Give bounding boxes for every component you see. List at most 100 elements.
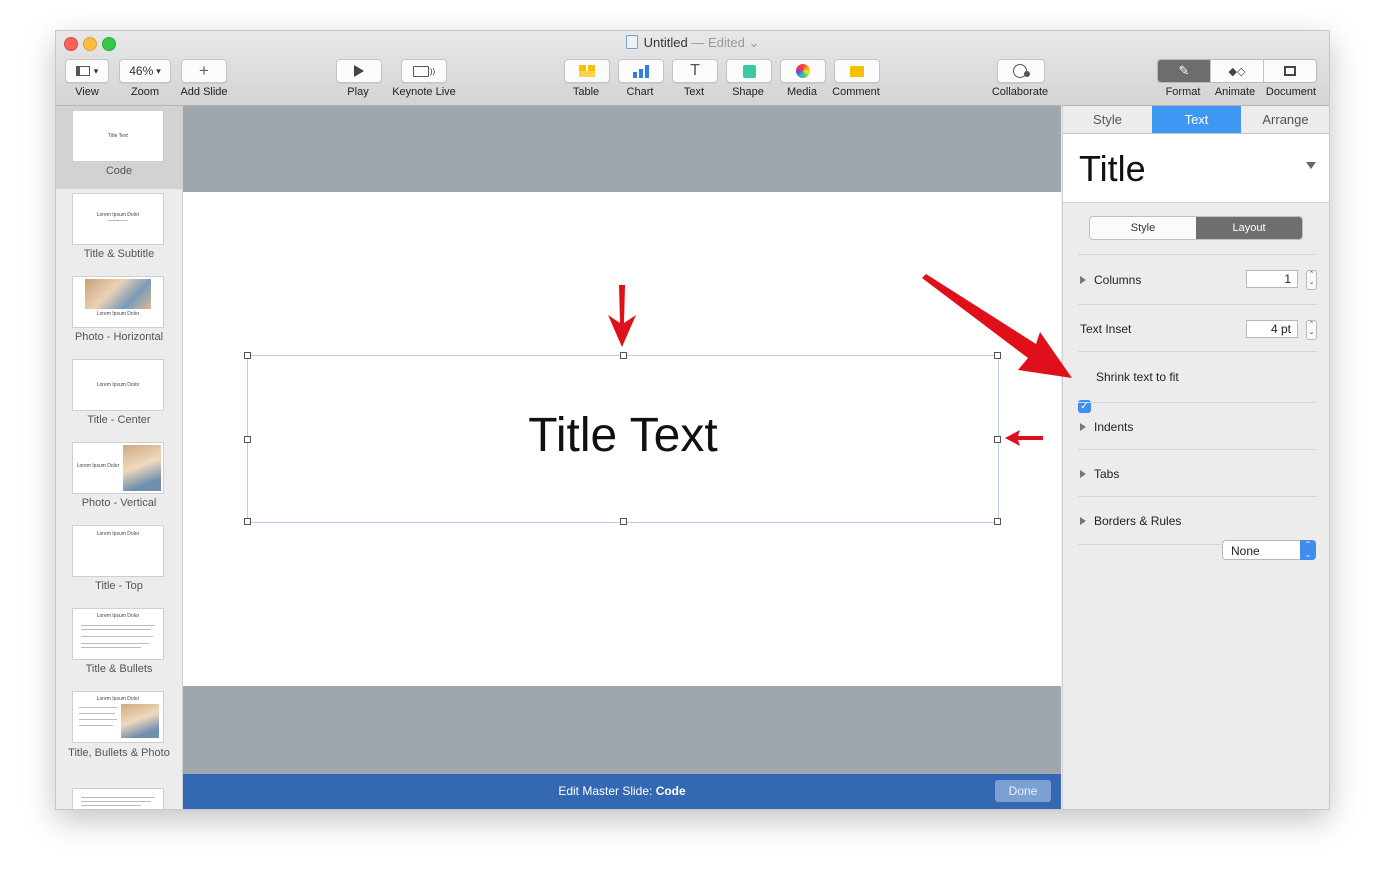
disclosure-triangle-icon <box>1080 423 1086 431</box>
slide-thumbnail: Lorem Ipsum Dolor <box>73 194 163 244</box>
animate-icon: ◆◇ <box>1228 65 1246 78</box>
title-bar: Untitled — Edited ⌄ ▾ View 46% ▾ Zoom + … <box>56 31 1329 106</box>
thumbnail-bullet-line <box>81 797 155 798</box>
master-slide-item-title-top[interactable]: Lorem Ipsum Dolor Title - Top <box>56 521 182 604</box>
slide-thumbnail <box>73 789 163 809</box>
master-slide-label: Title, Bullets & Photo <box>68 747 170 759</box>
zoom-select[interactable]: 46% ▾ <box>119 59 171 83</box>
table-button[interactable] <box>564 59 610 83</box>
table-label: Table <box>572 86 600 98</box>
indents-disclosure[interactable]: Indents <box>1080 420 1133 434</box>
chart-label: Chart <box>626 86 654 98</box>
disclosure-triangle-icon <box>1080 517 1086 525</box>
text-inset-stepper[interactable]: ⌃ ⌄ <box>1306 320 1317 340</box>
columns-input[interactable]: 1 <box>1246 270 1298 288</box>
view-layout-icon <box>75 66 90 76</box>
keynote-window: Untitled — Edited ⌄ ▾ View 46% ▾ Zoom + … <box>56 31 1329 809</box>
master-slide-item-code[interactable]: Title Text Code <box>56 106 182 189</box>
borders-disclosure[interactable]: Borders & Rules <box>1080 514 1181 528</box>
thumbnail-bullet-line <box>81 647 141 648</box>
master-slide-label: Code <box>105 165 133 177</box>
keynote-live-icon <box>412 65 429 77</box>
slide-thumbnail: Lorem Ipsum Dolor <box>73 609 163 659</box>
columns-disclosure[interactable]: Columns <box>1080 273 1141 287</box>
chevron-down-icon[interactable] <box>1306 162 1316 169</box>
keynote-live-button[interactable]: )) <box>401 59 447 83</box>
columns-stepper[interactable]: ⌃ ⌄ <box>1306 270 1317 290</box>
animate-label: Animate <box>1214 86 1256 98</box>
done-button[interactable]: Done <box>995 780 1051 802</box>
master-slide-navigator: Title Text Code Lorem Ipsum Dolor Title … <box>56 106 183 809</box>
annotation-arrow-left <box>1005 430 1043 446</box>
shape-button[interactable] <box>726 59 772 83</box>
thumbnail-photo <box>123 445 161 491</box>
tab-style[interactable]: Style <box>1063 106 1152 133</box>
master-slide-label: Title - Top <box>95 580 143 592</box>
resize-handle-left[interactable] <box>244 436 251 443</box>
table-icon <box>579 65 595 77</box>
thumbnail-bullet-line <box>81 636 153 637</box>
chevron-down-icon: ⌄ <box>748 35 760 50</box>
tab-text[interactable]: Text <box>1152 106 1241 133</box>
tabs-disclosure[interactable]: Tabs <box>1080 467 1119 481</box>
master-slide-item-photo-horizontal[interactable]: Lorem Ipsum Dolor Photo - Horizontal <box>56 272 182 355</box>
document-title[interactable]: Untitled — Edited ⌄ <box>56 35 1329 51</box>
slide-thumbnail: Title Text <box>73 111 163 161</box>
media-label: Media <box>787 86 817 98</box>
text-inset-input[interactable]: 4 pt <box>1246 320 1298 338</box>
view-button[interactable]: ▾ <box>65 59 109 83</box>
tabs-row[interactable]: Tabs <box>1078 449 1317 497</box>
resize-handle-right[interactable] <box>994 436 1001 443</box>
collaborate-label: Collaborate <box>991 86 1049 98</box>
format-button[interactable]: ✎ <box>1158 60 1211 82</box>
slide-thumbnail: Lorem Ipsum Dolor <box>73 277 163 327</box>
shrink-text-label[interactable]: Shrink text to fit <box>1096 370 1179 384</box>
resize-handle-bottom[interactable] <box>620 518 627 525</box>
thumbnail-bullet-line <box>79 707 117 708</box>
master-slide-item-title-bullets[interactable]: Lorem Ipsum Dolor Title & Bullets <box>56 604 182 687</box>
master-slide-label: Photo - Vertical <box>81 497 157 509</box>
document-title-text: Untitled <box>643 35 688 50</box>
subtab-style[interactable]: Style <box>1090 217 1196 239</box>
master-slide-item-title-bullets-photo[interactable]: Lorem Ipsum Dolor Title, Bullets & Photo <box>56 687 182 784</box>
resize-handle-top-left[interactable] <box>244 352 251 359</box>
resize-handle-top[interactable] <box>620 352 627 359</box>
format-label: Format <box>1165 86 1201 98</box>
animate-button[interactable]: ◆◇ <box>1211 60 1264 82</box>
thumbnail-title: Lorem Ipsum Dolor <box>96 382 140 388</box>
play-icon <box>354 65 364 77</box>
resize-handle-bottom-left[interactable] <box>244 518 251 525</box>
master-slide-item-title-subtitle[interactable]: Lorem Ipsum Dolor Title & Subtitle <box>56 189 182 272</box>
add-slide-button[interactable]: + <box>181 59 227 83</box>
text-subtab-control: Style Layout <box>1089 216 1303 240</box>
comment-button[interactable] <box>834 59 880 83</box>
document-button[interactable] <box>1264 60 1316 82</box>
comment-label: Comment <box>832 86 880 98</box>
thumbnail-title: Lorem Ipsum Dolor <box>96 531 140 537</box>
resize-handle-bottom-right[interactable] <box>994 518 1001 525</box>
columns-label: Columns <box>1094 273 1142 287</box>
master-slide-item-partial[interactable] <box>56 784 182 809</box>
subtab-layout[interactable]: Layout <box>1196 217 1302 239</box>
text-button[interactable]: T <box>672 59 718 83</box>
indents-row[interactable]: Indents <box>1078 402 1317 450</box>
borders-style-select[interactable]: None ⌃ ⌄ <box>1222 540 1316 560</box>
keynote-live-label: Keynote Live <box>392 86 456 98</box>
paragraph-style-selector[interactable]: Title <box>1063 134 1329 203</box>
tab-arrange[interactable]: Arrange <box>1241 106 1329 133</box>
master-slide-item-title-center[interactable]: Lorem Ipsum Dolor Title - Center <box>56 355 182 438</box>
title-text-box[interactable]: Title Text <box>244 352 1001 525</box>
select-arrows-icon: ⌃ ⌄ <box>1300 540 1316 560</box>
slide[interactable]: Title Text <box>183 192 1061 686</box>
collaborate-button[interactable] <box>997 59 1045 83</box>
slide-canvas[interactable]: Title Text <box>183 106 1061 774</box>
chart-button[interactable] <box>618 59 664 83</box>
annotation-arrow-diagonal <box>922 274 1072 378</box>
play-button[interactable] <box>336 59 382 83</box>
master-slide-item-photo-vertical[interactable]: Lorem Ipsum Dolor Photo - Vertical <box>56 438 182 521</box>
play-label: Play <box>347 86 369 98</box>
edit-master-label: Edit Master Slide: Code <box>183 784 1061 798</box>
media-button[interactable] <box>780 59 826 83</box>
thumbnail-photo <box>121 704 159 738</box>
slide-title-text[interactable]: Title Text <box>248 408 998 463</box>
